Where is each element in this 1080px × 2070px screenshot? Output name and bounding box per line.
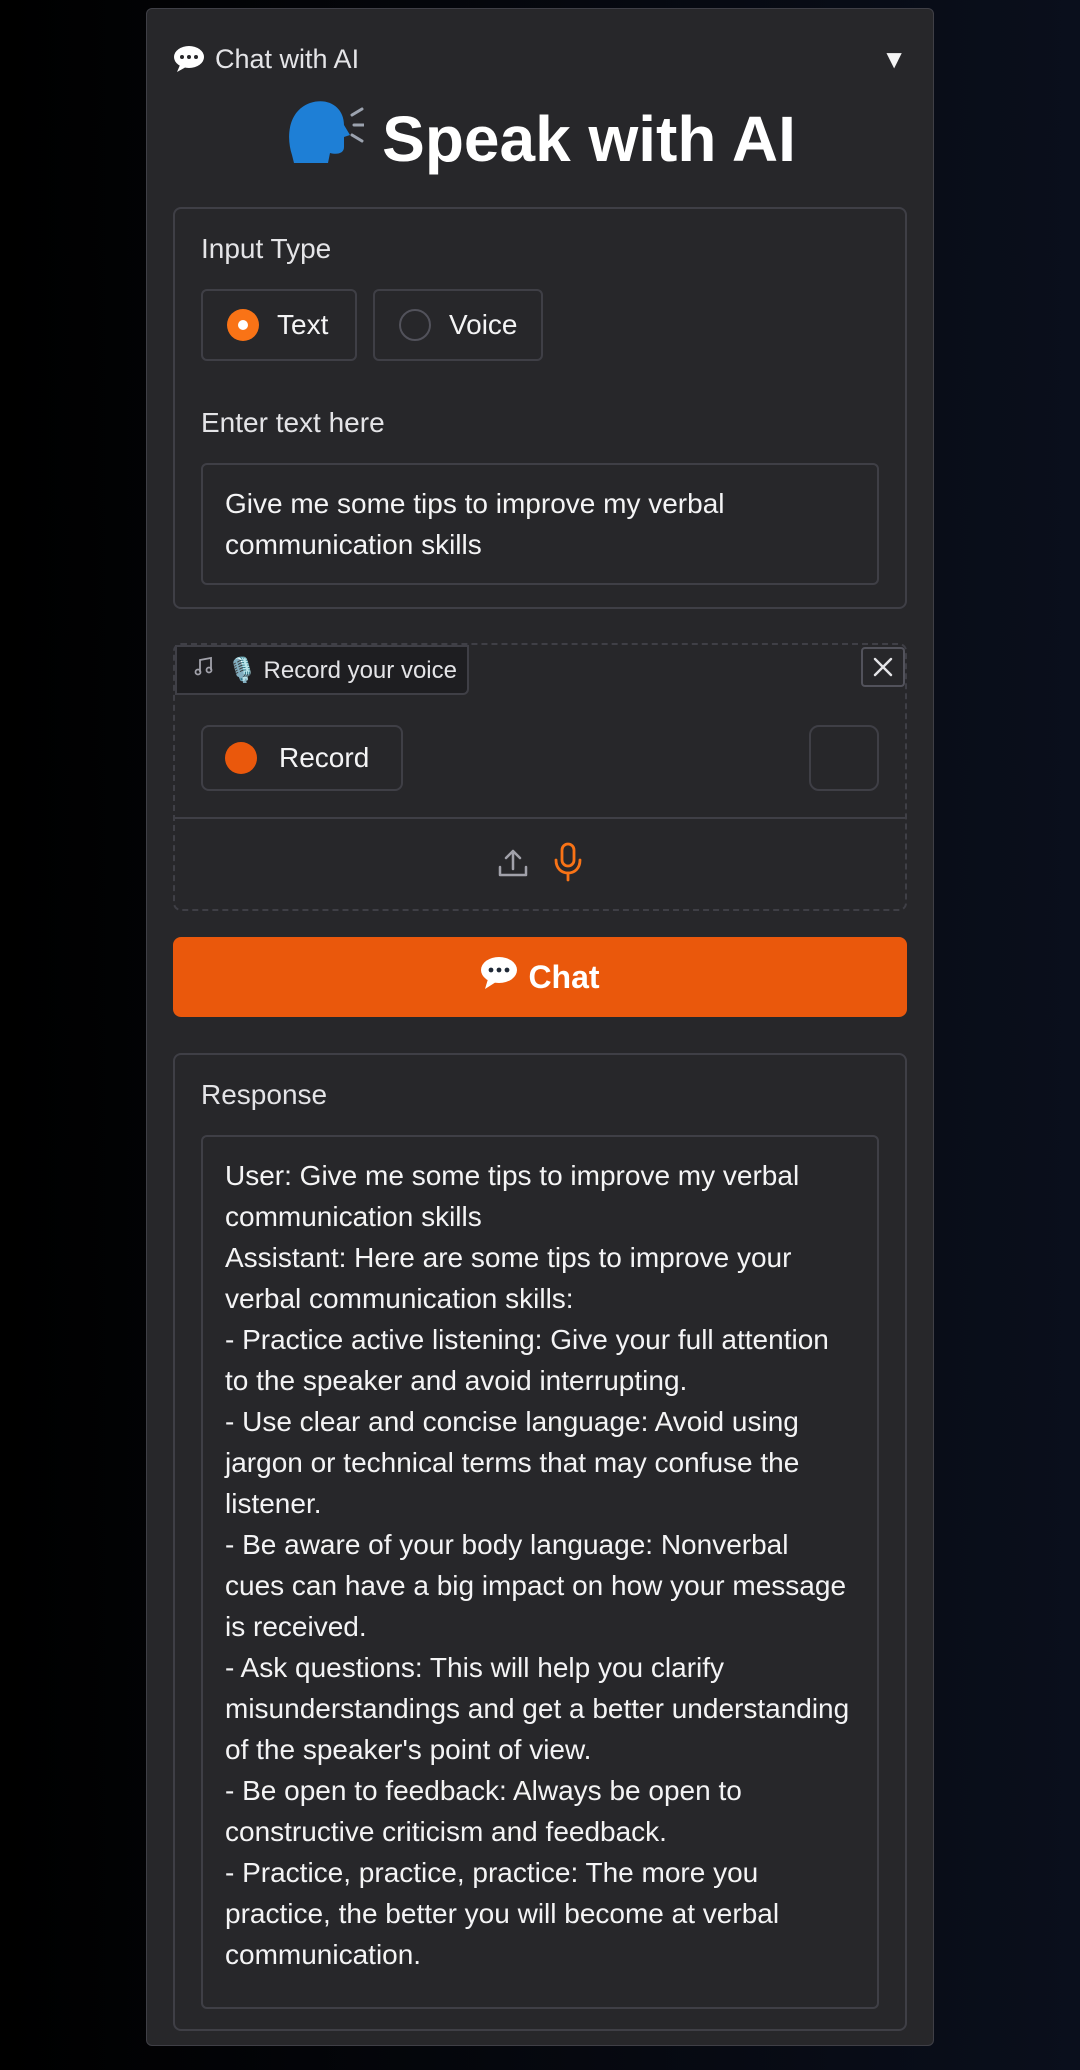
chat-panel: Chat with AI ▼ Speak with AI Input Type …	[146, 8, 934, 2046]
response-label: Response	[201, 1079, 328, 1110]
radio-button-selected[interactable]	[227, 309, 259, 341]
speech-bubble-icon	[480, 956, 518, 998]
audio-source-bar	[175, 817, 905, 909]
radio-label-text: Text	[277, 309, 329, 340]
radio-option-voice[interactable]: Voice	[373, 289, 543, 361]
close-icon	[873, 657, 893, 677]
speaking-head-icon	[284, 97, 366, 180]
upload-icon[interactable]	[496, 845, 530, 884]
title-text: Speak with AI	[382, 102, 796, 175]
record-label: Record	[279, 742, 370, 773]
response-card: Response User: Give me some tips to impr…	[173, 1053, 907, 2031]
music-note-icon	[193, 656, 215, 685]
chat-button-label: Chat	[528, 958, 600, 995]
radio-button-unselected[interactable]	[399, 309, 431, 341]
audio-recorder: 🎙️ Record your voice Record	[173, 643, 907, 911]
page-title: Speak with AI	[147, 97, 933, 180]
record-dot-icon	[225, 742, 257, 774]
accordion-label: Chat with AI	[215, 43, 360, 74]
speech-bubble-icon	[173, 45, 205, 73]
radio-label-voice: Voice	[449, 309, 518, 340]
text-input-field[interactable]: Give me some tips to improve my verbal c…	[201, 463, 879, 585]
audio-block-tag: 🎙️ Record your voice	[175, 645, 469, 695]
audio-tag-label: 🎙️ Record your voice	[227, 656, 457, 684]
close-button[interactable]	[861, 647, 905, 687]
microphone-icon[interactable]	[552, 842, 584, 887]
collapse-toggle-icon[interactable]: ▼	[881, 44, 907, 75]
radio-option-text[interactable]: Text	[201, 289, 357, 361]
response-output: User: Give me some tips to improve my ve…	[201, 1135, 879, 2009]
accordion-title: Chat with AI	[173, 44, 359, 75]
chat-button[interactable]: Chat	[173, 937, 907, 1017]
input-card: Input Type Text Voice Enter text here Gi…	[173, 207, 907, 609]
record-button[interactable]: Record	[201, 725, 403, 791]
device-select-button[interactable]	[809, 725, 879, 791]
text-input-label: Enter text here	[201, 407, 385, 438]
accordion-header[interactable]: Chat with AI ▼	[173, 39, 907, 79]
input-type-label: Input Type	[201, 233, 332, 264]
